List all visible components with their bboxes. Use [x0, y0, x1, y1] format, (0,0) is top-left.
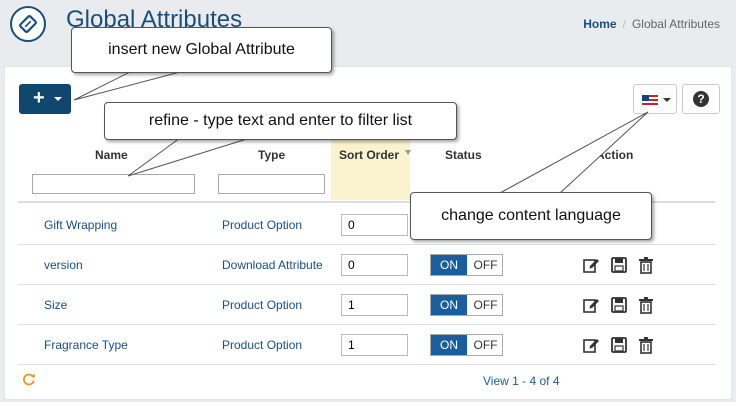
row-divider [18, 244, 715, 245]
status-toggle[interactable]: ON OFF [430, 254, 503, 276]
add-attribute-button[interactable]: + [19, 84, 71, 114]
sort-order-input[interactable] [341, 214, 408, 236]
caret-down-icon [54, 97, 62, 101]
question-circle-icon: ? [693, 91, 709, 107]
status-on-option[interactable]: ON [431, 335, 467, 355]
callout-insert-attribute: insert new Global Attribute [71, 27, 332, 73]
plus-icon: + [33, 87, 45, 109]
sort-order-input[interactable] [341, 334, 408, 356]
edit-icon[interactable] [582, 256, 600, 274]
column-header-status[interactable]: Status [445, 148, 482, 162]
row-divider [18, 284, 715, 285]
breadcrumb-current: Global Attributes [631, 17, 720, 31]
status-on-option[interactable]: ON [431, 295, 467, 315]
status-on-option[interactable]: ON [431, 255, 467, 275]
status-off-option[interactable]: OFF [468, 295, 503, 315]
language-dropdown-button[interactable] [633, 84, 677, 114]
sort-order-input[interactable] [341, 294, 408, 316]
attribute-type-link[interactable]: Product Option [222, 338, 302, 352]
sort-order-column-highlight [331, 134, 410, 200]
trash-icon[interactable] [637, 336, 655, 354]
callout-content-language: change content language [410, 192, 652, 240]
name-filter-input[interactable] [32, 174, 195, 194]
breadcrumb: Home / Global Attributes [583, 17, 720, 31]
help-button[interactable]: ? [682, 84, 720, 114]
column-header-name[interactable]: Name [95, 148, 128, 162]
status-off-option[interactable]: OFF [468, 255, 503, 275]
status-toggle[interactable]: ON OFF [430, 294, 503, 316]
save-icon[interactable] [610, 296, 628, 314]
attribute-type-link[interactable]: Product Option [222, 218, 302, 232]
save-icon[interactable] [610, 336, 628, 354]
tag-icon [10, 6, 46, 42]
trash-icon[interactable] [637, 256, 655, 274]
column-header-action: Action [596, 148, 634, 162]
column-header-sort-order[interactable]: Sort Order [339, 148, 399, 162]
attribute-type-link[interactable]: Download Attribute [222, 258, 323, 272]
row-divider [18, 364, 715, 365]
breadcrumb-home-link[interactable]: Home [583, 17, 616, 31]
type-filter-input[interactable] [218, 174, 325, 194]
sort-order-input[interactable] [341, 254, 408, 276]
attribute-name-link[interactable]: Size [44, 298, 67, 312]
edit-icon[interactable] [582, 296, 600, 314]
save-icon[interactable] [610, 256, 628, 274]
row-divider [18, 324, 715, 325]
edit-icon[interactable] [582, 336, 600, 354]
pagination-info: View 1 - 4 of 4 [483, 374, 560, 388]
attribute-name-link[interactable]: Fragrance Type [44, 338, 128, 352]
refresh-icon[interactable] [22, 372, 36, 386]
sort-arrow-icon [405, 150, 411, 155]
column-header-type[interactable]: Type [258, 148, 285, 162]
attribute-type-link[interactable]: Product Option [222, 298, 302, 312]
us-flag-icon [642, 95, 658, 105]
attribute-name-link[interactable]: version [44, 258, 83, 272]
caret-down-icon [663, 98, 671, 102]
trash-icon[interactable] [637, 296, 655, 314]
attribute-name-link[interactable]: Gift Wrapping [44, 218, 117, 232]
breadcrumb-separator: / [622, 17, 626, 31]
status-toggle[interactable]: ON OFF [430, 334, 503, 356]
status-off-option[interactable]: OFF [468, 335, 503, 355]
callout-filter-list: refine - type text and enter to filter l… [104, 102, 457, 140]
